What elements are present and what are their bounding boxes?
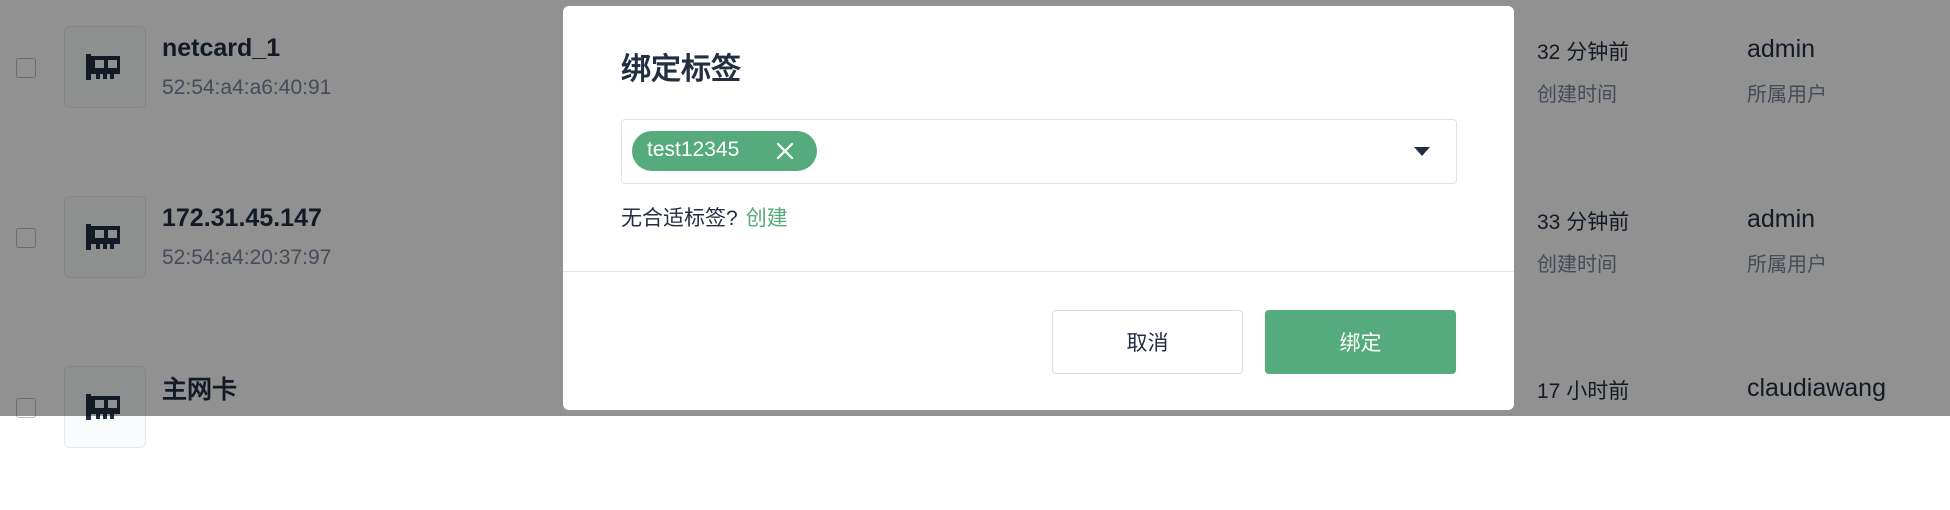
close-icon[interactable] [775,141,795,161]
selected-tag: test12345 [632,131,817,171]
caret-down-icon[interactable] [1413,144,1431,158]
create-tag-hint: 无合适标签? 创建 [621,202,788,232]
bind-button[interactable]: 绑定 [1265,310,1456,374]
cancel-button[interactable]: 取消 [1052,310,1243,374]
dialog-title: 绑定标签 [621,53,741,86]
create-tag-link[interactable]: 创建 [746,207,788,230]
tag-label: test12345 [647,138,740,161]
bind-tag-dialog: 绑定标签 test12345 无合适标签? 创建 取消 绑定 [563,6,1514,410]
tag-select[interactable]: test12345 [621,119,1457,184]
hint-text: 无合适标签? [621,207,738,230]
footer-divider [563,271,1514,272]
